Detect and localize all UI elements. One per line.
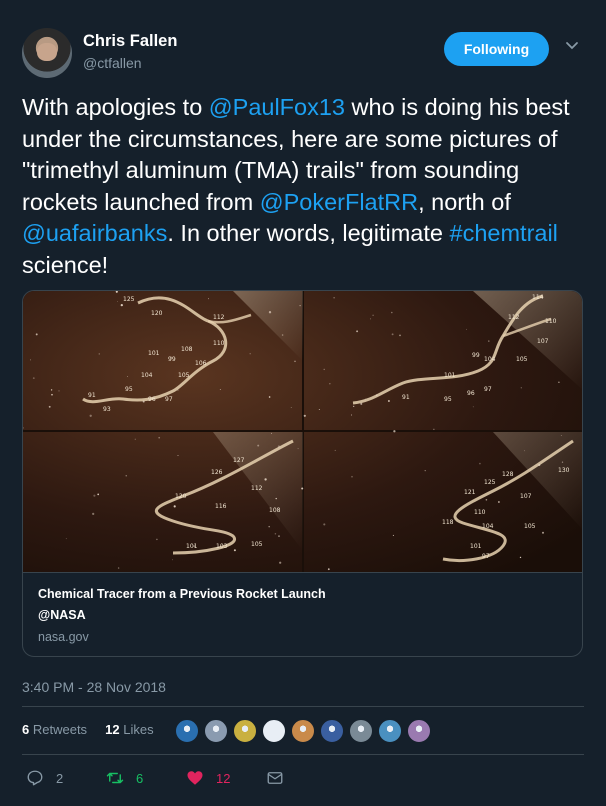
- divider: [22, 706, 584, 707]
- image-panel-label: 110: [213, 340, 225, 347]
- tweet-actions: 2 6 12: [22, 766, 322, 790]
- image-panel-label: 125: [123, 296, 135, 303]
- tweet-link[interactable]: @PokerFlatRR: [260, 189, 418, 215]
- image-panel-label: 96: [467, 390, 475, 397]
- likes-label: Likes: [123, 722, 154, 737]
- image-panel-label: 114: [532, 294, 544, 301]
- image-panel-label: 121: [464, 489, 476, 496]
- image-panel-label: 106: [195, 360, 207, 367]
- liker-avatar[interactable]: [377, 718, 403, 744]
- image-panel-label: 108: [269, 507, 281, 514]
- likes-count: 12: [105, 722, 120, 737]
- image-panel-label: 96: [148, 396, 156, 403]
- image-panel-label: 105: [178, 372, 190, 379]
- tweet-link[interactable]: @PaulFox13: [209, 94, 345, 120]
- following-button[interactable]: Following: [444, 32, 549, 66]
- tweet-link[interactable]: #chemtrail: [450, 220, 558, 246]
- image-panel-label: 97: [482, 553, 490, 560]
- like-button[interactable]: 12: [186, 766, 230, 790]
- heart-icon: [187, 771, 203, 785]
- image-panel-label: 99: [168, 356, 176, 363]
- image-panel-label: 112: [213, 314, 225, 321]
- image-panel-label: 91: [88, 392, 96, 399]
- image-panel-label: 97: [165, 396, 173, 403]
- image-panel-label: 118: [442, 519, 454, 526]
- image-panel-label: 112: [251, 485, 263, 492]
- image-panel-label: 128: [502, 471, 514, 478]
- retweets-count: 6: [22, 722, 30, 737]
- liker-avatar[interactable]: [290, 718, 316, 744]
- image-panel-label: 125: [484, 479, 496, 486]
- image-panel-label: 101: [470, 543, 482, 550]
- liker-avatar[interactable]: [406, 718, 432, 744]
- image-panel-label: 101: [148, 350, 160, 357]
- image-panel-label: 105: [251, 541, 263, 548]
- tweet-timestamp[interactable]: 3:40 PM - 28 Nov 2018: [22, 679, 166, 695]
- liker-avatar[interactable]: [348, 718, 374, 744]
- user-name[interactable]: Chris Fallen: [83, 32, 177, 51]
- engagement-stats: 6 Retweets 12 Likes: [22, 722, 154, 742]
- reply-icon: [27, 770, 43, 786]
- image-panel-label: 104: [484, 356, 496, 363]
- image-panel-label: 95: [444, 396, 452, 403]
- liker-avatar[interactable]: [261, 718, 287, 744]
- liker-avatar[interactable]: [174, 718, 200, 744]
- tweet-text-segment: . In other words, legitimate: [167, 220, 450, 247]
- tweet-text-segment: , north of: [418, 188, 511, 215]
- image-panel-label: 99: [472, 352, 480, 359]
- image-panel-label: 91: [402, 394, 410, 401]
- image-panel-label: 95: [125, 386, 133, 393]
- image-panel-label: 126: [211, 469, 223, 476]
- card-domain: nasa.gov: [38, 630, 89, 644]
- card-body: Chemical Tracer from a Previous Rocket L…: [23, 572, 582, 656]
- image-panel-label: 107: [537, 338, 549, 345]
- image-panel-label: 107: [520, 493, 532, 500]
- likes-stat[interactable]: 12 Likes: [105, 722, 153, 737]
- reply-count: 2: [56, 770, 64, 786]
- image-panel-label: 110: [545, 318, 557, 325]
- image-panel-label: 101: [444, 372, 456, 379]
- image-panel-label: 104: [141, 372, 153, 379]
- retweet-icon: [106, 772, 124, 784]
- reply-button[interactable]: 2: [26, 766, 63, 790]
- retweets-label: Retweets: [32, 722, 88, 737]
- image-panel-label: 120: [151, 310, 163, 317]
- image-panel-label: 97: [484, 386, 492, 393]
- image-panel-label: 116: [215, 503, 227, 510]
- tweet-text-segment: science!: [22, 251, 109, 278]
- image-panel-label: 105: [516, 356, 528, 363]
- retweet-count: 6: [136, 770, 144, 786]
- tweet-link[interactable]: @uafairbanks: [22, 220, 167, 246]
- retweets-stat[interactable]: 6 Retweets: [22, 722, 87, 737]
- image-panel-label: 110: [474, 509, 486, 516]
- user-avatar[interactable]: [22, 28, 72, 78]
- image-panel-label: 105: [524, 523, 536, 530]
- liker-avatar[interactable]: [232, 718, 258, 744]
- user-handle[interactable]: @ctfallen: [83, 55, 142, 71]
- link-card[interactable]: 125 120 112 110 108 106 101 99 104 105 91 95 96 97 93 1…: [22, 290, 583, 657]
- tweet-text-segment: With apologies to: [22, 94, 209, 120]
- liker-avatar[interactable]: [203, 718, 229, 744]
- card-description: @NASA: [38, 608, 86, 622]
- image-panel-label: 112: [508, 314, 520, 321]
- retweet-button[interactable]: 6: [106, 766, 143, 790]
- chevron-down-icon[interactable]: [565, 38, 579, 52]
- card-image: 125 120 112 110 108 106 101 99 104 105 91 95 96 97 93 1…: [23, 291, 582, 572]
- divider: [22, 754, 584, 755]
- image-panel-label: 127: [233, 457, 245, 464]
- tweet-header: Chris Fallen @ctfallen Following: [22, 28, 584, 84]
- image-panel-label: 103: [216, 543, 228, 550]
- image-panel-label: 130: [558, 467, 570, 474]
- mail-icon: [267, 772, 283, 784]
- direct-message-button[interactable]: [266, 766, 284, 790]
- image-panel-label: 108: [181, 346, 193, 353]
- image-panel-label: 104: [482, 523, 494, 530]
- like-count: 12: [216, 770, 231, 786]
- image-panel-label: 93: [103, 406, 111, 413]
- tweet-text: With apologies to @PaulFox13 who is doin…: [22, 92, 588, 282]
- image-panel-label: 120: [175, 493, 187, 500]
- card-title: Chemical Tracer from a Previous Rocket L…: [38, 587, 326, 601]
- liker-avatar[interactable]: [319, 718, 345, 744]
- image-panel-label: 101: [186, 543, 198, 550]
